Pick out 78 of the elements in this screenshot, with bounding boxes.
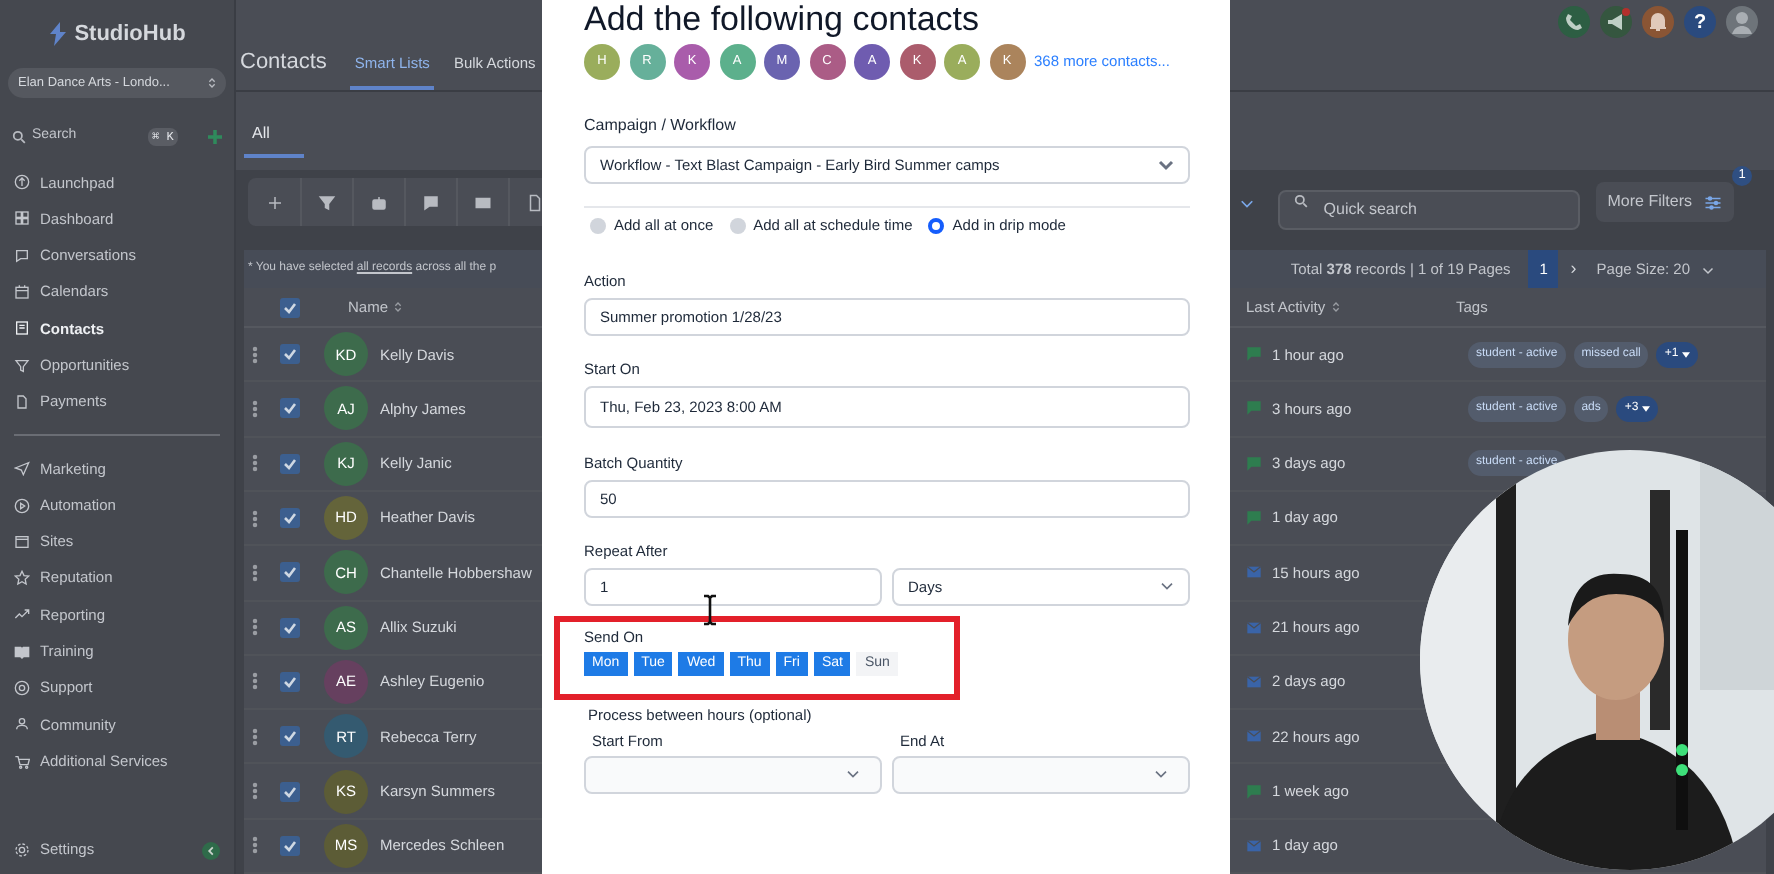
radio-button[interactable] xyxy=(590,218,606,234)
logo: StudioHub xyxy=(74,19,186,50)
kebab-icon[interactable] xyxy=(252,509,258,528)
next-page-button[interactable]: › xyxy=(1570,255,1577,283)
sort-icon[interactable] xyxy=(394,300,403,315)
plus-icon[interactable] xyxy=(265,193,283,212)
kebab-icon[interactable] xyxy=(252,782,258,801)
cart-icon xyxy=(14,753,30,770)
chat-icon xyxy=(1246,510,1262,527)
chat-icon[interactable] xyxy=(422,193,440,212)
checkbox[interactable] xyxy=(280,398,300,419)
megaphone-icon[interactable] xyxy=(1600,6,1632,39)
caret-icon xyxy=(1682,351,1691,358)
search-field[interactable]: Quick search xyxy=(1277,189,1580,230)
modal-title: Add the following contacts xyxy=(584,0,982,40)
window-icon xyxy=(14,533,30,550)
search-icon xyxy=(12,129,26,143)
kebab-icon[interactable] xyxy=(252,345,258,364)
checkbox[interactable] xyxy=(280,726,300,747)
chat-icon xyxy=(1246,455,1262,472)
radio-button[interactable] xyxy=(729,218,746,234)
checkbox[interactable] xyxy=(280,453,300,474)
sort-icon[interactable] xyxy=(1331,300,1340,315)
sliders-icon xyxy=(1704,193,1722,212)
kebab-icon[interactable] xyxy=(252,399,258,418)
gear-icon xyxy=(14,842,30,858)
kebab-icon[interactable] xyxy=(252,618,258,637)
people-icon xyxy=(14,716,30,733)
kebab-icon[interactable] xyxy=(252,454,258,473)
checkbox[interactable] xyxy=(280,671,300,692)
chevron-down-icon xyxy=(1154,770,1168,780)
lifebuoy-icon xyxy=(14,680,30,696)
chevron-down-icon xyxy=(1158,159,1174,171)
checkbox[interactable] xyxy=(280,344,300,365)
document-icon xyxy=(14,393,30,410)
trend-icon xyxy=(14,606,30,623)
collapse-icon[interactable] xyxy=(202,841,220,859)
chat-icon xyxy=(1246,400,1262,417)
kebab-icon[interactable] xyxy=(252,672,258,691)
caret-icon xyxy=(1642,405,1651,412)
updown-icon xyxy=(208,76,216,90)
kebab-icon[interactable] xyxy=(252,727,258,746)
chevron-down-icon xyxy=(846,770,860,780)
page-title: Contacts xyxy=(240,47,327,77)
book-icon xyxy=(14,643,30,660)
bell-icon[interactable] xyxy=(1642,6,1674,39)
funnel-icon[interactable] xyxy=(318,193,336,212)
checkbox[interactable] xyxy=(280,617,300,638)
avatar-icon[interactable] xyxy=(1726,6,1758,39)
star-icon xyxy=(14,570,30,587)
kebab-icon[interactable] xyxy=(252,836,258,855)
grid-icon xyxy=(14,210,30,227)
checkbox[interactable] xyxy=(280,781,300,802)
text-cursor-icon xyxy=(702,594,718,626)
arrow-circle-icon xyxy=(14,174,30,191)
checkbox[interactable] xyxy=(280,835,300,856)
help-button[interactable]: ? xyxy=(1684,6,1716,39)
checkbox[interactable] xyxy=(280,562,300,583)
search-icon xyxy=(1293,194,1308,209)
play-icon xyxy=(14,497,30,514)
chevron-down-icon xyxy=(1160,582,1174,592)
tab[interactable]: All xyxy=(244,114,304,159)
chat-icon xyxy=(14,247,30,264)
logo-icon xyxy=(48,22,69,46)
calendar-icon xyxy=(14,284,30,301)
checkbox[interactable] xyxy=(280,297,300,318)
radio-button[interactable] xyxy=(928,218,945,234)
chevron-down-icon xyxy=(1702,263,1714,276)
contact-card-icon xyxy=(14,320,30,337)
send-icon xyxy=(14,460,30,477)
kebab-icon[interactable] xyxy=(252,563,258,582)
chat-icon xyxy=(1246,783,1262,800)
field-label: Campaign / Workflow xyxy=(584,116,738,136)
checkbox[interactable] xyxy=(280,508,300,529)
chevron-down-icon[interactable] xyxy=(1239,195,1254,210)
chat-icon xyxy=(1246,346,1262,363)
more-filters-button[interactable]: More Filters xyxy=(1595,182,1734,223)
funnel-icon xyxy=(14,357,30,374)
